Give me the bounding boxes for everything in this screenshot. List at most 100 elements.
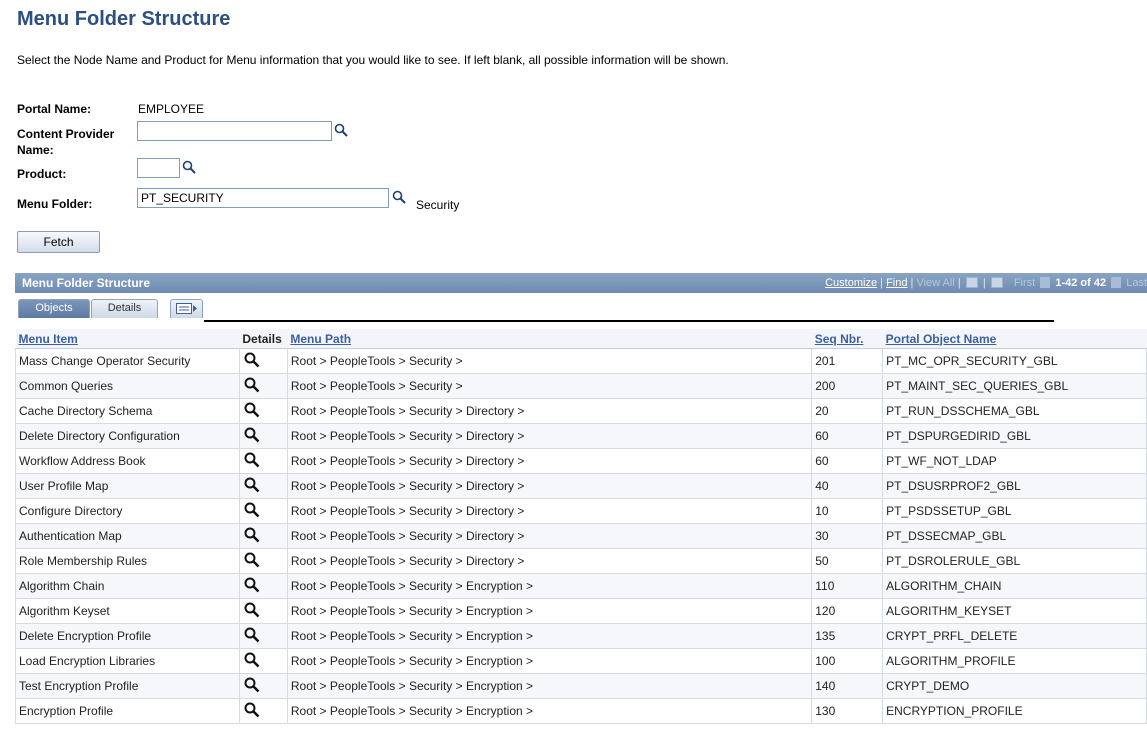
details-magnifier-icon[interactable] — [244, 502, 260, 518]
menu-path-cell: Root > PeopleTools > Security > Encrypti… — [286, 648, 813, 674]
details-cell — [238, 373, 288, 399]
details-magnifier-icon[interactable] — [244, 352, 260, 368]
menu-folder-grid: Menu Item Details Menu Path Seq Nbr. Por… — [15, 329, 1147, 724]
portal-object-name-cell: CRYPT_DEMO — [882, 673, 1147, 699]
details-magnifier-icon[interactable] — [244, 652, 260, 668]
table-row: Mass Change Operator Security Root > Peop… — [15, 348, 1147, 374]
grid-title: Menu Folder Structure — [22, 276, 151, 290]
menu-item-cell: Algorithm Chain — [15, 573, 240, 599]
details-magnifier-icon[interactable] — [244, 627, 260, 643]
menu-folder-input[interactable] — [137, 188, 389, 208]
spreadsheet-icon[interactable] — [990, 277, 1003, 288]
find-link[interactable]: Find — [886, 277, 907, 289]
details-cell — [238, 523, 288, 549]
portal-object-name-cell: PT_PSDSSETUP_GBL — [882, 498, 1147, 524]
previous-arrow-icon[interactable] — [1040, 277, 1051, 288]
menu-item-cell: Algorithm Keyset — [15, 598, 240, 624]
details-cell — [238, 448, 288, 474]
details-magnifier-icon[interactable] — [244, 677, 260, 693]
table-row: User Profile Map Root > PeopleTools > Sec… — [15, 473, 1147, 499]
details-cell — [238, 598, 288, 624]
seq-nbr-cell: 30 — [811, 523, 884, 549]
details-magnifier-icon[interactable] — [244, 702, 260, 718]
table-row: Algorithm Chain Root > PeopleTools > Secu… — [15, 573, 1147, 599]
table-row: Authentication Map Root > PeopleTools > S… — [15, 523, 1147, 549]
details-magnifier-icon[interactable] — [244, 602, 260, 618]
fetch-button[interactable]: Fetch — [17, 231, 100, 253]
column-header-menu-path[interactable]: Menu Path — [287, 329, 812, 349]
seq-nbr-cell: 60 — [811, 448, 884, 474]
table-row: Delete Encryption Profile Root > PeopleTo… — [15, 623, 1147, 649]
menu-path-cell: Root > PeopleTools > Security > Encrypti… — [286, 598, 813, 624]
seq-nbr-cell: 100 — [811, 648, 884, 674]
details-magnifier-icon[interactable] — [244, 477, 260, 493]
nav-separator: | — [957, 277, 961, 289]
column-header-details: Details — [239, 329, 288, 349]
details-cell — [238, 573, 288, 599]
details-magnifier-icon[interactable] — [244, 377, 260, 393]
table-row: Workflow Address Book Root > PeopleTools … — [15, 448, 1147, 474]
menu-item-cell: Encryption Profile — [15, 698, 240, 724]
details-magnifier-icon[interactable] — [244, 402, 260, 418]
details-cell — [238, 398, 288, 424]
tab-details[interactable]: Details — [91, 299, 158, 318]
table-row: Algorithm Keyset Root > PeopleTools > Sec… — [15, 598, 1147, 624]
details-magnifier-icon[interactable] — [244, 577, 260, 593]
zoom-icon[interactable] — [965, 277, 978, 288]
customize-link[interactable]: Customize — [825, 277, 877, 289]
portal-object-name-cell: PT_MC_OPR_SECURITY_GBL — [882, 348, 1147, 374]
nav-separator: | — [910, 277, 914, 289]
menu-path-cell: Root > PeopleTools > Security > Encrypti… — [286, 698, 813, 724]
last-link[interactable]: Last — [1126, 277, 1147, 289]
table-row: Role Membership Rules Root > PeopleTools … — [15, 548, 1147, 574]
content-provider-lookup-icon[interactable] — [334, 123, 348, 137]
instructions-text: Select the Node Name and Product for Men… — [17, 53, 729, 67]
menu-path-cell: Root > PeopleTools > Security > Director… — [286, 548, 813, 574]
content-provider-label: Content Provider Name: — [17, 126, 114, 158]
nav-separator: | — [880, 277, 883, 289]
view-all-link[interactable]: View All — [916, 277, 954, 289]
content-provider-label-line1: Content Provider — [17, 127, 115, 141]
product-lookup-icon[interactable] — [182, 160, 196, 174]
first-link[interactable]: First — [1014, 277, 1035, 289]
portal-object-name-cell: ENCRYPTION_PROFILE — [882, 698, 1147, 724]
details-magnifier-icon[interactable] — [244, 427, 260, 443]
tab-objects[interactable]: Objects — [18, 299, 90, 318]
menu-item-cell: Authentication Map — [15, 523, 240, 549]
details-cell — [238, 423, 288, 449]
menu-path-cell: Root > PeopleTools > Security > Encrypti… — [286, 673, 813, 699]
seq-nbr-cell: 120 — [811, 598, 884, 624]
details-magnifier-icon[interactable] — [244, 527, 260, 543]
details-magnifier-icon[interactable] — [244, 452, 260, 468]
menu-path-cell: Root > PeopleTools > Security > Director… — [286, 473, 813, 499]
column-header-portal-object-name[interactable]: Portal Object Name — [882, 329, 1147, 349]
details-magnifier-icon[interactable] — [244, 552, 260, 568]
portal-object-name-cell: ALGORITHM_PROFILE — [882, 648, 1147, 674]
menu-item-cell: Cache Directory Schema — [15, 398, 240, 424]
portal-object-name-cell: PT_DSUSRPROF2_GBL — [882, 473, 1147, 499]
menu-path-cell: Root > PeopleTools > Security > Director… — [286, 398, 813, 424]
menu-path-cell: Root > PeopleTools > Security > — [286, 373, 813, 399]
show-all-columns-tab[interactable] — [170, 299, 203, 318]
portal-object-name-cell: PT_DSPURGEDIRID_GBL — [882, 423, 1147, 449]
seq-nbr-cell: 140 — [811, 673, 884, 699]
menu-item-cell: Workflow Address Book — [15, 448, 240, 474]
column-header-menu-item[interactable]: Menu Item — [15, 329, 240, 349]
show-all-columns-icon — [175, 303, 198, 320]
details-cell — [238, 348, 288, 374]
product-input[interactable] — [137, 158, 180, 178]
details-cell — [238, 498, 288, 524]
row-range: 1-42 of 42 — [1055, 277, 1107, 289]
content-provider-input[interactable] — [137, 121, 332, 141]
menu-path-cell: Root > PeopleTools > Security > Director… — [286, 498, 813, 524]
menu-item-cell: Role Membership Rules — [15, 548, 240, 574]
portal-object-name-cell: ALGORITHM_KEYSET — [882, 598, 1147, 624]
portal-object-name-cell: PT_WF_NOT_LDAP — [882, 448, 1147, 474]
seq-nbr-cell: 130 — [811, 698, 884, 724]
menu-item-cell: Delete Encryption Profile — [15, 623, 240, 649]
portal-object-name-cell: ALGORITHM_CHAIN — [882, 573, 1147, 599]
portal-object-name-cell: PT_MAINT_SEC_QUERIES_GBL — [882, 373, 1147, 399]
column-header-seq-nbr[interactable]: Seq Nbr. — [811, 329, 883, 349]
menu-folder-lookup-icon[interactable] — [392, 190, 406, 204]
next-arrow-icon[interactable] — [1111, 277, 1122, 288]
